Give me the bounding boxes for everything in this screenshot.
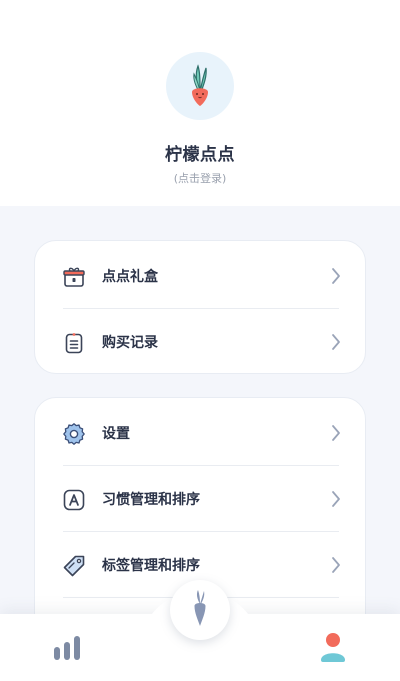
chevron-right-icon <box>332 334 340 350</box>
profile-icon[interactable] <box>318 630 348 664</box>
menu-card-primary: 点点礼盒 购买记录 <box>34 240 366 374</box>
menu-item-label: 标签管理和排序 <box>102 558 200 574</box>
gift-box-icon <box>63 267 85 287</box>
menu-item-label: 习惯管理和排序 <box>102 492 200 508</box>
chevron-right-icon <box>332 425 340 441</box>
menu-item-label: 设置 <box>102 426 130 442</box>
avatar[interactable] <box>166 52 234 120</box>
profile-header[interactable]: 柠檬点点 (点击登录) <box>0 0 400 206</box>
login-hint[interactable]: (点击登录) <box>0 170 400 186</box>
app-name: 柠檬点点 <box>165 145 235 165</box>
profile-page: 柠檬点点 (点击登录) 点点礼盒 购买记录 设置 习惯管理和排序 标签管理和排序 <box>0 0 400 681</box>
tag-icon <box>63 555 85 577</box>
center-add-button[interactable] <box>170 580 230 640</box>
carrot-center-icon <box>194 590 206 626</box>
gear-icon <box>63 423 85 445</box>
chevron-right-icon <box>332 557 340 573</box>
clipboard-icon <box>65 333 83 354</box>
menu-item-habit-management[interactable]: 习惯管理和排序 <box>35 466 365 532</box>
letter-a-icon <box>63 489 85 511</box>
menu-item-gift-box[interactable]: 点点礼盒 <box>35 243 365 309</box>
chevron-right-icon <box>332 491 340 507</box>
menu-item-settings[interactable]: 设置 <box>35 400 365 466</box>
menu-item-purchase-history[interactable]: 购买记录 <box>35 309 365 375</box>
chevron-right-icon <box>332 268 340 284</box>
carrot-mascot-icon <box>192 64 208 106</box>
menu-item-label: 点点礼盒 <box>102 269 158 285</box>
bar-chart-icon[interactable] <box>52 634 82 662</box>
menu-item-label: 购买记录 <box>102 335 158 351</box>
